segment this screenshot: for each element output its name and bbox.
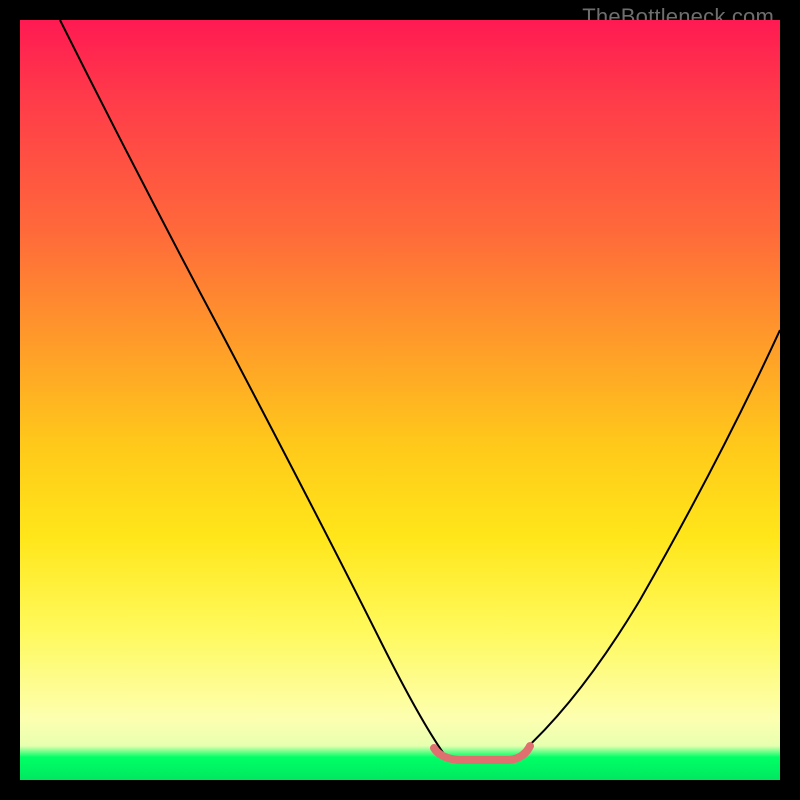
- chart-frame: TheBottleneck.com: [0, 0, 800, 800]
- left-curve: [60, 20, 444, 754]
- valley-accent: [434, 746, 530, 760]
- right-curve: [520, 330, 780, 754]
- curve-svg: [20, 20, 780, 780]
- plot-area: [20, 20, 780, 780]
